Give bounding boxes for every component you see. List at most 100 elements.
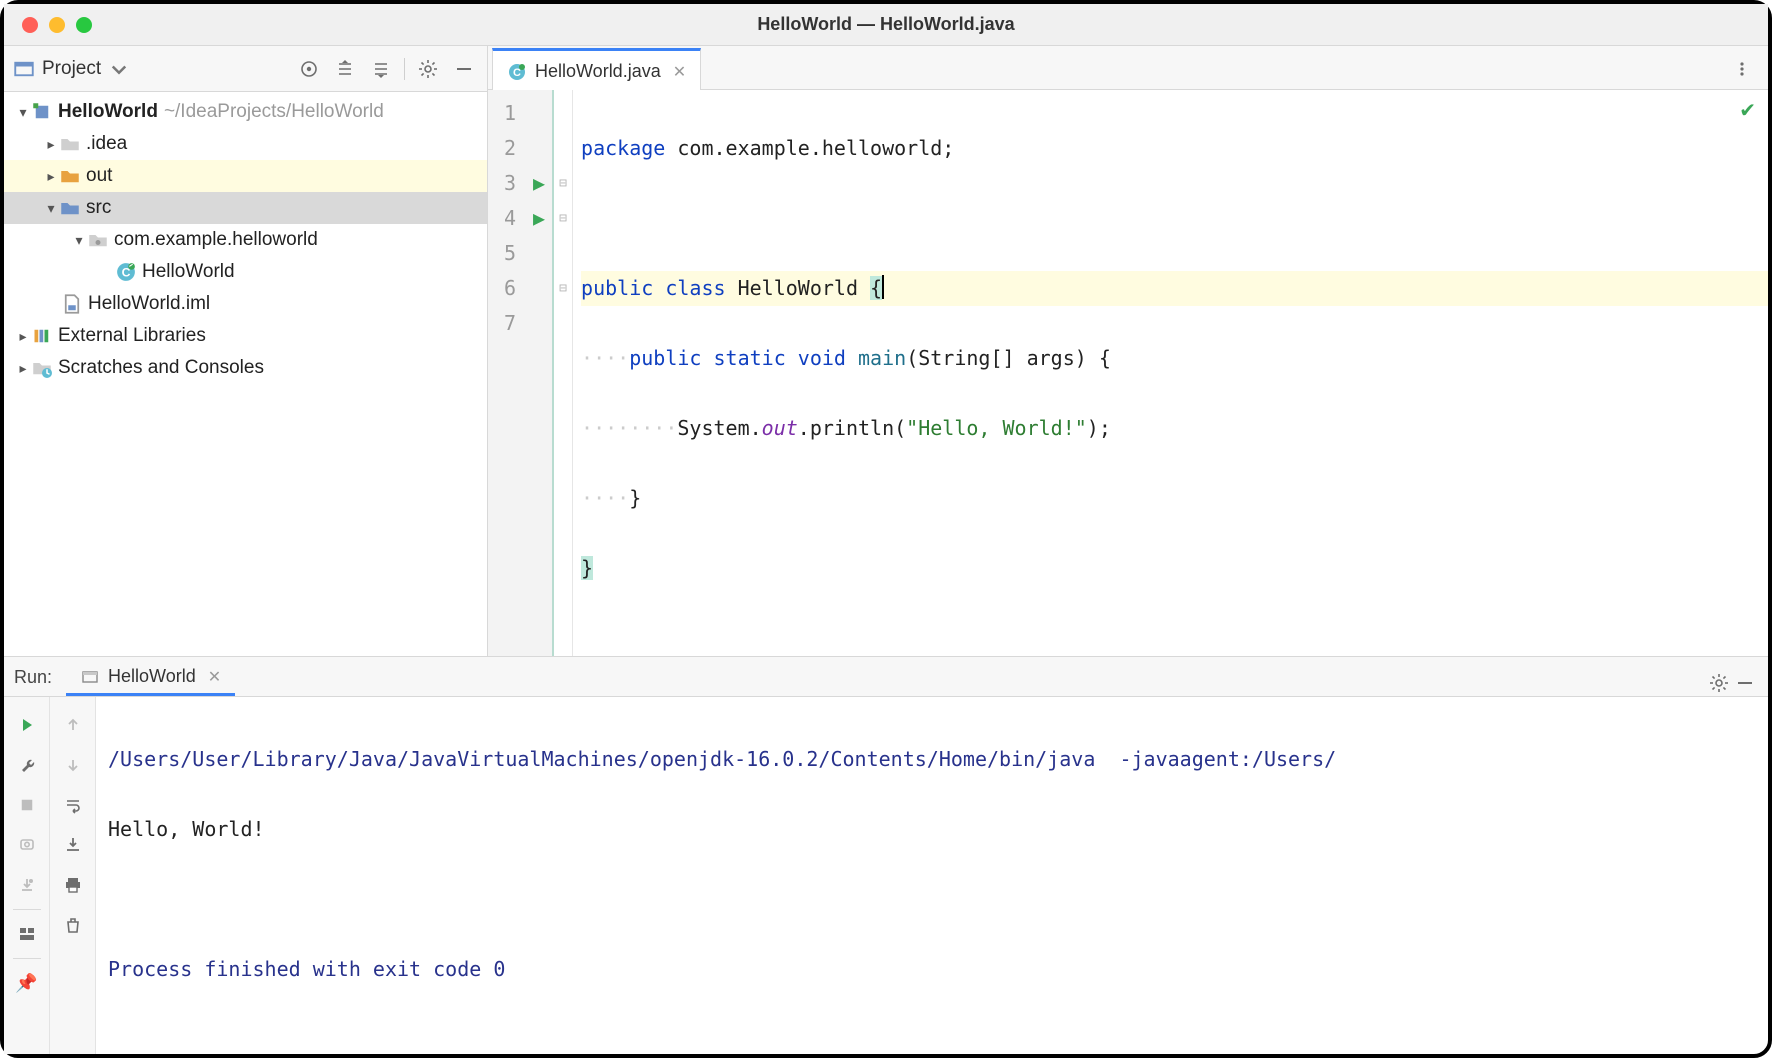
separator bbox=[13, 909, 41, 910]
folder-excluded-icon bbox=[60, 166, 80, 186]
exit-button[interactable] bbox=[4, 865, 49, 905]
minimize-window-button[interactable] bbox=[49, 17, 65, 33]
run-class-gutter-icon[interactable]: ▶ bbox=[526, 166, 552, 201]
tree-label: .idea bbox=[86, 133, 127, 155]
code-token: ); bbox=[1087, 416, 1111, 440]
tree-label: HelloWorld bbox=[58, 101, 158, 123]
project-icon bbox=[14, 59, 34, 79]
code-token: package bbox=[581, 136, 665, 160]
console-line bbox=[108, 882, 1756, 917]
tree-label: HelloWorld.iml bbox=[88, 293, 210, 315]
run-body: 📌 /Users/User/Library/Java/JavaVirtualM bbox=[4, 697, 1768, 1054]
close-window-button[interactable] bbox=[22, 17, 38, 33]
close-run-tab-button[interactable]: ✕ bbox=[208, 667, 221, 687]
soft-wrap-button[interactable] bbox=[50, 785, 95, 825]
fold-handle-icon[interactable]: ⊟ bbox=[554, 271, 572, 306]
chevron-down-icon: ▾ bbox=[42, 200, 60, 217]
tree-label: External Libraries bbox=[58, 325, 206, 347]
pin-button[interactable]: 📌 bbox=[4, 963, 49, 1003]
print-button[interactable] bbox=[50, 865, 95, 905]
editor-tab-bar: C HelloWorld.java ✕ bbox=[488, 46, 1768, 90]
editor-body[interactable]: 1 2 3 4 5 6 7 ▶ ▶ ⊟ ⊟ bbox=[488, 90, 1768, 656]
hide-run-button[interactable] bbox=[1732, 670, 1758, 696]
tree-node-root[interactable]: ▾ HelloWorld ~/IdeaProjects/HelloWorld bbox=[4, 96, 487, 128]
close-tab-button[interactable]: ✕ bbox=[673, 62, 686, 82]
select-opened-file-button[interactable] bbox=[296, 56, 322, 82]
tree-label: HelloWorld bbox=[142, 261, 235, 283]
editor-gutter[interactable]: 1 2 3 4 5 6 7 ▶ ▶ ⊟ ⊟ bbox=[488, 90, 573, 656]
tree-node-iml[interactable]: HelloWorld.iml bbox=[4, 288, 487, 320]
file-icon bbox=[62, 294, 82, 314]
tree-node-ext-lib[interactable]: ▸ External Libraries bbox=[4, 320, 487, 352]
tree-node-out[interactable]: ▸ out bbox=[4, 160, 487, 192]
chevron-right-icon: ▸ bbox=[14, 360, 32, 377]
folder-source-icon bbox=[60, 198, 80, 218]
run-tool-label: Run: bbox=[14, 667, 52, 688]
tree-node-scratches[interactable]: ▸ Scratches and Consoles bbox=[4, 352, 487, 384]
run-gutter: ▶ ▶ bbox=[526, 90, 552, 656]
wrench-button[interactable] bbox=[4, 745, 49, 785]
run-left-toolbar: 📌 bbox=[4, 697, 50, 1054]
editor-tab[interactable]: C HelloWorld.java ✕ bbox=[492, 48, 701, 90]
chevron-right-icon: ▸ bbox=[42, 168, 60, 185]
tree-label: src bbox=[86, 197, 111, 219]
java-class-icon: C bbox=[507, 62, 527, 82]
main-split: Project bbox=[4, 46, 1768, 656]
settings-button[interactable] bbox=[415, 56, 441, 82]
tree-label: out bbox=[86, 165, 112, 187]
chevron-down-icon bbox=[109, 59, 129, 79]
hide-tool-window-button[interactable] bbox=[451, 56, 477, 82]
run-tab[interactable]: HelloWorld ✕ bbox=[66, 658, 235, 696]
code-token: public class bbox=[581, 276, 726, 300]
console-output[interactable]: /Users/User/Library/Java/JavaVirtualMach… bbox=[96, 697, 1768, 1054]
console-line: Process finished with exit code 0 bbox=[108, 952, 1756, 987]
tree-node-src[interactable]: ▾ src bbox=[4, 192, 487, 224]
inspection-ok-icon[interactable]: ✔ bbox=[1739, 98, 1756, 123]
scroll-to-end-button[interactable] bbox=[50, 825, 95, 865]
code-token: } bbox=[629, 486, 641, 510]
rerun-button[interactable] bbox=[4, 705, 49, 745]
caret bbox=[882, 275, 884, 299]
code-area[interactable]: package com.example.helloworld; public c… bbox=[573, 90, 1768, 656]
folder-icon bbox=[60, 134, 80, 154]
line-number: 3 bbox=[504, 166, 516, 201]
code-token: HelloWorld bbox=[726, 276, 871, 300]
code-token: public static void bbox=[629, 346, 846, 370]
clear-all-button[interactable] bbox=[50, 905, 95, 945]
run-tab-label: HelloWorld bbox=[108, 666, 196, 687]
line-number: 4 bbox=[504, 201, 516, 236]
fold-handle-icon[interactable]: ⊟ bbox=[554, 166, 572, 201]
run-settings-button[interactable] bbox=[1706, 670, 1732, 696]
run-main-gutter-icon[interactable]: ▶ bbox=[526, 201, 552, 236]
collapse-all-button[interactable] bbox=[368, 56, 394, 82]
separator bbox=[13, 958, 41, 959]
code-token: main bbox=[846, 346, 906, 370]
title-bar: HelloWorld — HelloWorld.java bbox=[4, 4, 1768, 46]
layout-button[interactable] bbox=[4, 914, 49, 954]
project-view-selector[interactable]: Project bbox=[14, 58, 129, 80]
dump-threads-button[interactable] bbox=[4, 825, 49, 865]
fold-handle-icon[interactable]: ⊟ bbox=[554, 201, 572, 236]
tree-label: Scratches and Consoles bbox=[58, 357, 264, 379]
scroll-down-button[interactable] bbox=[50, 745, 95, 785]
package-icon bbox=[88, 230, 108, 250]
tree-node-idea[interactable]: ▸ .idea bbox=[4, 128, 487, 160]
project-tool-window: Project bbox=[4, 46, 488, 656]
project-tree[interactable]: ▾ HelloWorld ~/IdeaProjects/HelloWorld ▸… bbox=[4, 92, 487, 656]
expand-all-button[interactable] bbox=[332, 56, 358, 82]
line-number: 1 bbox=[504, 96, 516, 131]
line-number: 2 bbox=[504, 131, 516, 166]
module-icon bbox=[32, 102, 52, 122]
window-title: HelloWorld — HelloWorld.java bbox=[4, 14, 1768, 35]
stop-button[interactable] bbox=[4, 785, 49, 825]
tree-node-class[interactable]: C HelloWorld bbox=[4, 256, 487, 288]
run-second-toolbar bbox=[50, 697, 96, 1054]
scroll-up-button[interactable] bbox=[50, 705, 95, 745]
console-line: /Users/User/Library/Java/JavaVirtualMach… bbox=[108, 742, 1756, 777]
tree-node-package[interactable]: ▾ com.example.helloworld bbox=[4, 224, 487, 256]
zoom-window-button[interactable] bbox=[76, 17, 92, 33]
editor-tab-options-button[interactable] bbox=[1726, 53, 1758, 85]
console-line: Hello, World! bbox=[108, 812, 1756, 847]
window-controls bbox=[4, 17, 92, 33]
project-view-label: Project bbox=[42, 58, 101, 80]
